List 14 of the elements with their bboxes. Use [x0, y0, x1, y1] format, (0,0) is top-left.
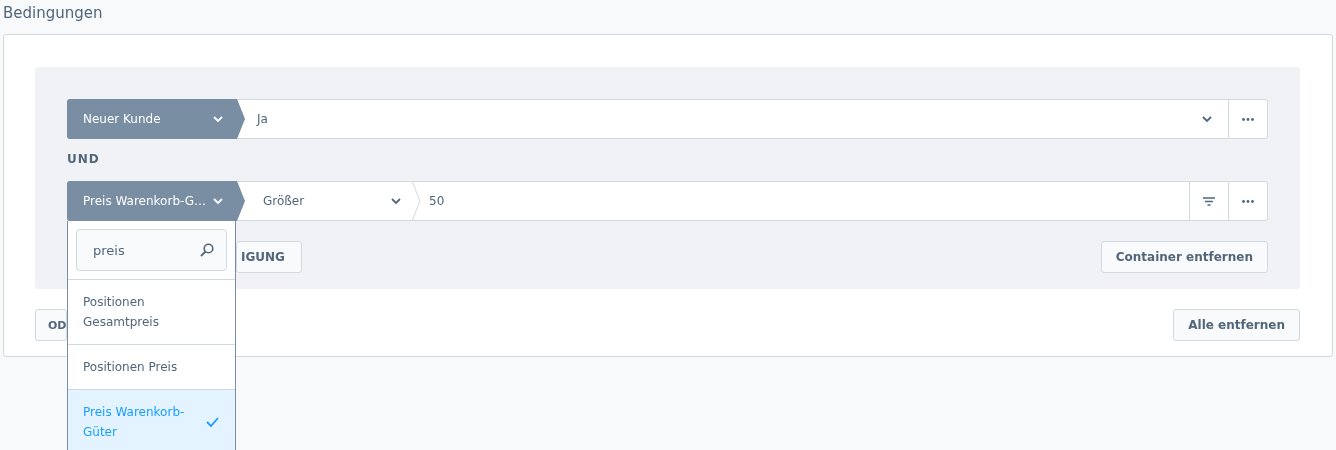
dropdown-option[interactable]: Positionen Gesamtpreis — [68, 279, 235, 344]
chevron-icon — [213, 115, 223, 123]
remove-all-button[interactable]: Alle entfernen — [1173, 309, 1300, 341]
field-select[interactable]: Preis Warenkorb-G… — [67, 181, 245, 221]
add-condition-button[interactable]: IGUNG — [236, 241, 302, 273]
field-select[interactable]: Neuer Kunde — [67, 99, 245, 139]
search-icon — [200, 243, 214, 257]
or-button[interactable]: OD — [35, 309, 67, 341]
remove-container-button[interactable]: Container entfernen — [1100, 241, 1268, 273]
check-icon — [206, 417, 219, 427]
chevron-icon — [213, 197, 223, 205]
connector-label: UND — [67, 151, 101, 168]
search-field[interactable]: preis — [76, 229, 227, 271]
section-title: Bedingungen — [3, 3, 104, 24]
